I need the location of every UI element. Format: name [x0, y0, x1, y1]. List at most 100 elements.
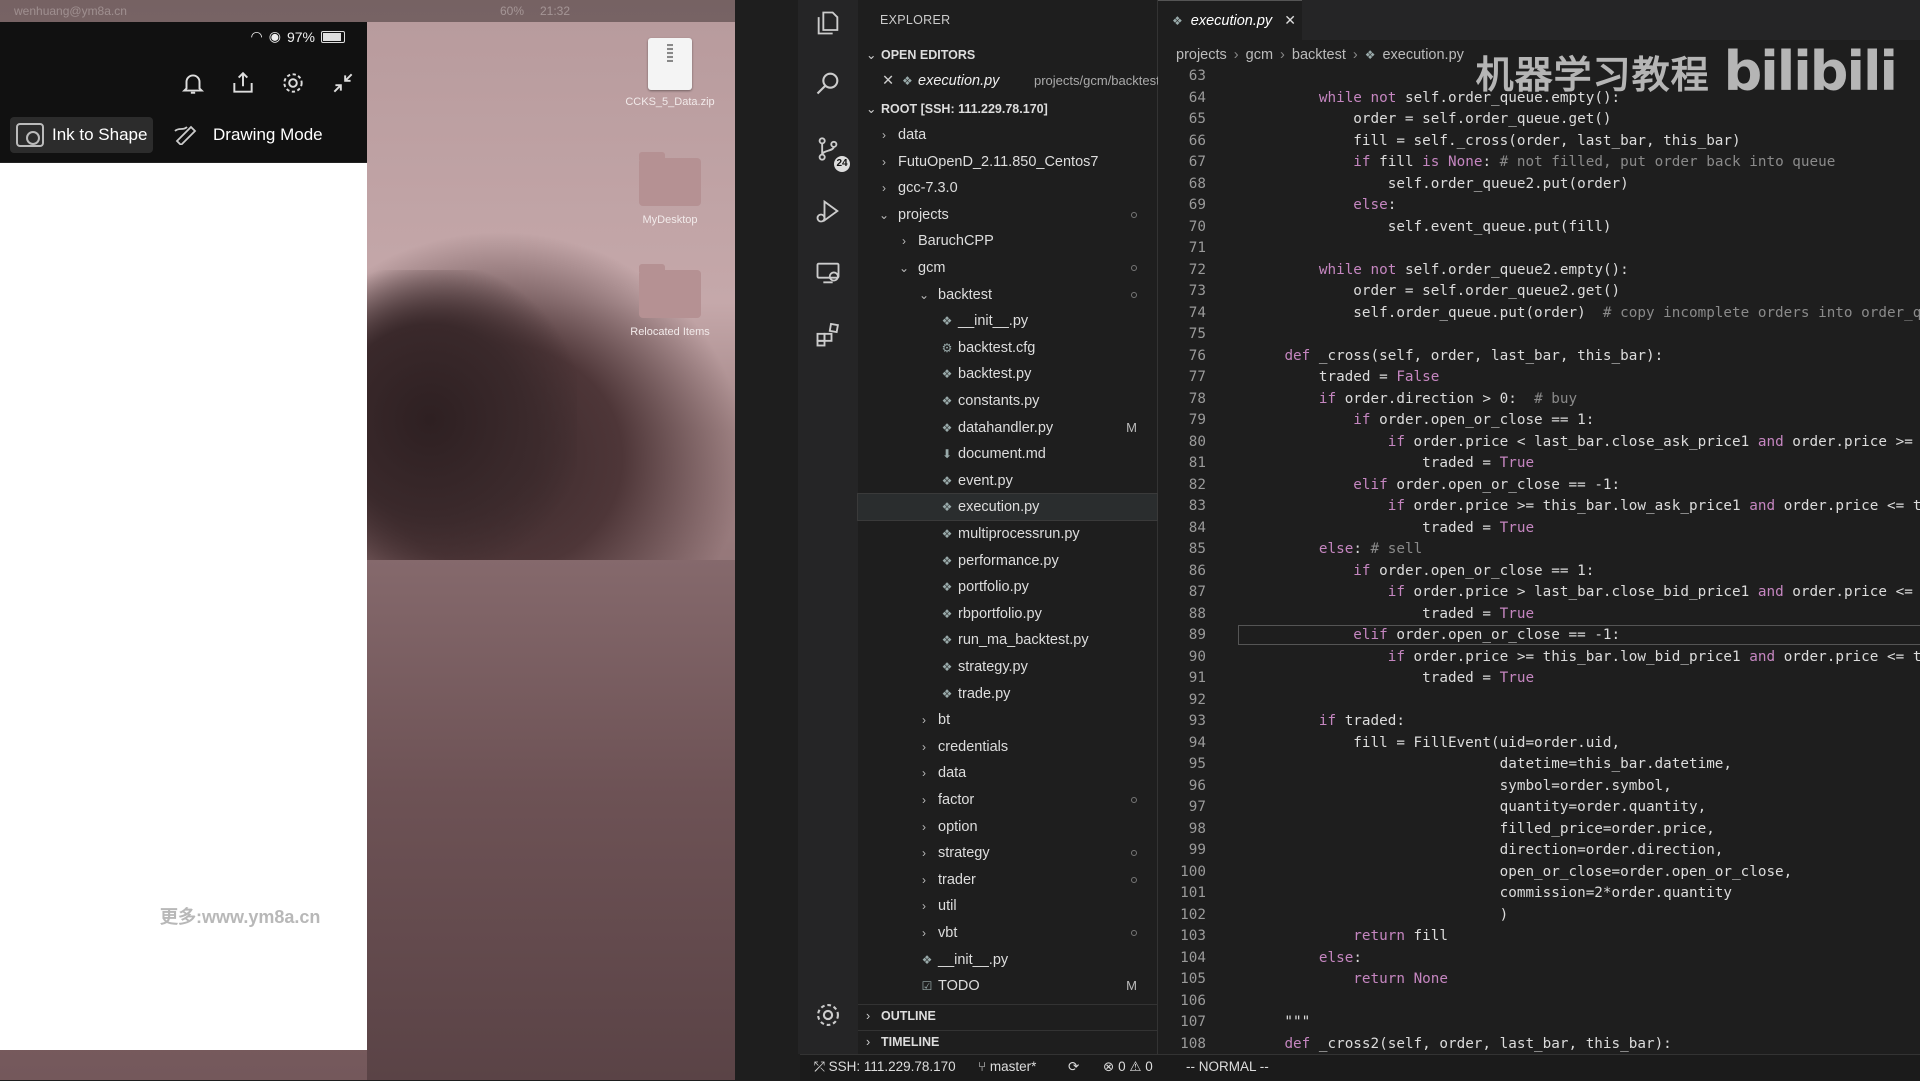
code-line[interactable]: 72 while not self.order_queue2.empty():	[1158, 260, 1920, 282]
code-line[interactable]: 77 traded = False	[1158, 367, 1920, 389]
tree-file[interactable]: ❖ backtest.py	[858, 361, 1157, 387]
code-line[interactable]: 91 traded = True	[1158, 668, 1920, 690]
code-line[interactable]: 85 else: # sell	[1158, 539, 1920, 561]
code-area[interactable]: 63 64 while not self.order_queue.empty():…	[1158, 66, 1920, 1054]
code-line[interactable]: 86 if order.open_or_close == 1:	[1158, 561, 1920, 583]
tab-execution-py[interactable]: ❖ execution.py ✕	[1158, 0, 1302, 40]
code-line[interactable]: 101 commission=2*order.quantity	[1158, 883, 1920, 905]
desktop-folder-mydesktop[interactable]: MyDesktop	[615, 152, 725, 226]
extensions-icon[interactable]	[808, 320, 848, 360]
code-line[interactable]: 76 def _cross(self, order, last_bar, thi…	[1158, 346, 1920, 368]
code-line[interactable]: 92	[1158, 690, 1920, 712]
remote-explorer-icon[interactable]	[808, 258, 848, 298]
breadcrumb-item[interactable]: gcm	[1246, 47, 1273, 63]
code-line[interactable]: 83 if order.price >= this_bar.low_ask_pr…	[1158, 496, 1920, 518]
drawing-mode-button[interactable]: Drawing Mode	[173, 117, 323, 153]
timeline-header[interactable]: › TIMELINE	[858, 1030, 1157, 1053]
code-line[interactable]: 75	[1158, 324, 1920, 346]
code-line[interactable]: 96 symbol=order.symbol,	[1158, 776, 1920, 798]
code-line[interactable]: 67 if fill is None: # not filled, put or…	[1158, 152, 1920, 174]
desktop-folder-relocated[interactable]: Relocated Items	[615, 264, 725, 338]
tree-folder[interactable]: › strategy	[858, 840, 1157, 866]
code-line[interactable]: 98 filled_price=order.price,	[1158, 819, 1920, 841]
tree-file[interactable]: ☑ TODO M	[858, 973, 1157, 999]
code-line[interactable]: 97 quantity=order.quantity,	[1158, 797, 1920, 819]
code-line[interactable]: 70 self.event_queue.put(fill)	[1158, 217, 1920, 239]
code-line[interactable]: 80 if order.price < last_bar.close_ask_p…	[1158, 432, 1920, 454]
tree-folder[interactable]: › vbt	[858, 920, 1157, 946]
code-line[interactable]: 103 return fill	[1158, 926, 1920, 948]
code-line[interactable]: 89 elif order.open_or_close == -1:	[1158, 625, 1920, 647]
code-line[interactable]: 99 direction=order.direction,	[1158, 840, 1920, 862]
tree-file[interactable]: ❖ event.py	[858, 468, 1157, 494]
code-line[interactable]: 65 order = self.order_queue.get()	[1158, 109, 1920, 131]
tree-folder[interactable]: › factor	[858, 787, 1157, 813]
code-line[interactable]: 81 traded = True	[1158, 453, 1920, 475]
outline-header[interactable]: › OUTLINE	[858, 1004, 1157, 1027]
close-tab-icon[interactable]: ✕	[1284, 12, 1296, 29]
sync-icon[interactable]: ⟳	[1068, 1059, 1079, 1075]
code-line[interactable]: 82 elif order.open_or_close == -1:	[1158, 475, 1920, 497]
code-line[interactable]: 68 self.order_queue2.put(order)	[1158, 174, 1920, 196]
tree-folder[interactable]: › FutuOpenD_2.11.850_Centos7	[858, 149, 1157, 175]
code-line[interactable]: 64 while not self.order_queue.empty():	[1158, 88, 1920, 110]
share-icon[interactable]	[229, 70, 257, 98]
source-control-icon[interactable]: 24	[808, 134, 850, 174]
code-line[interactable]: 79 if order.open_or_close == 1:	[1158, 410, 1920, 432]
desktop-file-zip[interactable]: CCKS_5_Data.zip	[615, 38, 725, 108]
tree-file[interactable]: ⚙ backtest.cfg	[858, 335, 1157, 361]
root-folder-header[interactable]: ⌄ ROOT [SSH: 111.229.78.170]	[858, 98, 1157, 120]
code-line[interactable]: 66 fill = self._cross(order, last_bar, t…	[1158, 131, 1920, 153]
tree-folder[interactable]: ⌄ backtest	[858, 282, 1157, 308]
tree-file[interactable]: ❖ constants.py	[858, 388, 1157, 414]
close-icon[interactable]: ✕	[882, 68, 894, 94]
code-line[interactable]: 95 datetime=this_bar.datetime,	[1158, 754, 1920, 776]
remote-indicator[interactable]: ⤱ SSH: 111.229.78.170	[814, 1059, 956, 1075]
tree-folder[interactable]: ⌄ projects	[858, 202, 1157, 228]
breadcrumb-item[interactable]: backtest	[1292, 47, 1346, 63]
tree-file[interactable]: ❖ execution.py	[857, 493, 1158, 522]
code-line[interactable]: 105 return None	[1158, 969, 1920, 991]
open-editor-item[interactable]: ✕ ❖ execution.py projects/gcm/backtest	[858, 68, 1160, 94]
tree-folder[interactable]: › data	[858, 122, 1157, 148]
open-editors-header[interactable]: ⌄ OPEN EDITORS	[858, 44, 1157, 66]
code-line[interactable]: 108 def _cross2(self, order, last_bar, t…	[1158, 1034, 1920, 1055]
tree-file[interactable]: ❖ datahandler.py M	[858, 415, 1157, 441]
tree-file[interactable]: ❖ strategy.py	[858, 654, 1157, 680]
code-line[interactable]: 87 if order.price > last_bar.close_bid_p…	[1158, 582, 1920, 604]
code-line[interactable]: 74 self.order_queue.put(order) # copy in…	[1158, 303, 1920, 325]
code-line[interactable]: 71	[1158, 238, 1920, 260]
tree-file[interactable]: ⬇ document.md	[858, 441, 1157, 467]
tree-folder[interactable]: › bt	[858, 707, 1157, 733]
collapse-icon[interactable]	[329, 70, 357, 98]
tree-folder[interactable]: › credentials	[858, 734, 1157, 760]
code-line[interactable]: 100 open_or_close=order.open_or_close,	[1158, 862, 1920, 884]
tree-folder[interactable]: › trader	[858, 867, 1157, 893]
code-line[interactable]: 107 """	[1158, 1012, 1920, 1034]
tree-folder[interactable]: › util	[858, 893, 1157, 919]
manage-gear-icon[interactable]	[808, 1000, 848, 1040]
code-line[interactable]: 63	[1158, 66, 1920, 88]
code-line[interactable]: 69 else:	[1158, 195, 1920, 217]
tree-file[interactable]: ❖ trade.py	[858, 681, 1157, 707]
tree-file[interactable]: ❖ portfolio.py	[858, 574, 1157, 600]
explorer-icon[interactable]	[808, 8, 848, 48]
code-line[interactable]: 73 order = self.order_queue2.get()	[1158, 281, 1920, 303]
gear-icon[interactable]	[279, 70, 307, 98]
code-line[interactable]: 106	[1158, 991, 1920, 1013]
branch-indicator[interactable]: ⑂ master*	[978, 1059, 1036, 1074]
code-line[interactable]: 94 fill = FillEvent(uid=order.uid,	[1158, 733, 1920, 755]
search-icon[interactable]	[808, 68, 848, 108]
tree-folder[interactable]: › gcc-7.3.0	[858, 175, 1157, 201]
tree-file[interactable]: ❖ __init__.py	[858, 308, 1157, 334]
code-line[interactable]: 78 if order.direction > 0: # buy	[1158, 389, 1920, 411]
tree-folder[interactable]: › BaruchCPP	[858, 228, 1157, 254]
breadcrumb-item[interactable]: projects	[1176, 47, 1227, 63]
code-line[interactable]: 93 if traded:	[1158, 711, 1920, 733]
tree-folder[interactable]: › option	[858, 814, 1157, 840]
tree-folder[interactable]: ⌄ gcm	[858, 255, 1157, 281]
tree-file[interactable]: ❖ performance.py	[858, 548, 1157, 574]
tree-file[interactable]: ❖ multiprocessrun.py	[858, 521, 1157, 547]
ink-to-shape-button[interactable]: Ink to Shape	[10, 117, 153, 153]
breadcrumb-item[interactable]: execution.py	[1382, 47, 1463, 63]
